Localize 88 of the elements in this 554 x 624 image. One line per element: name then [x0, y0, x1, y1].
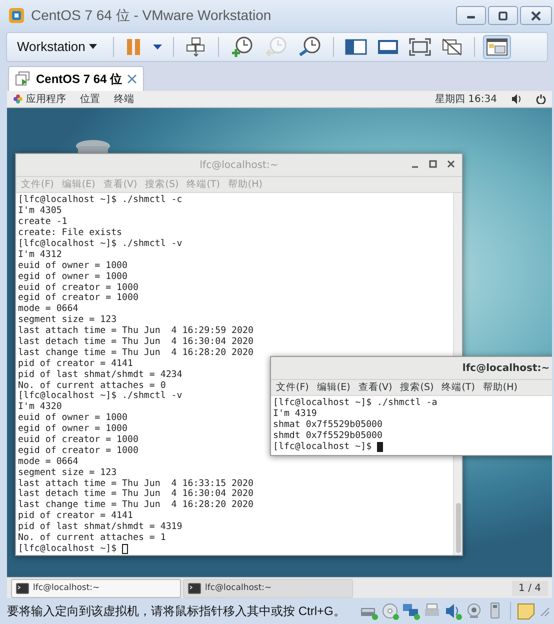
close-button[interactable]: [520, 6, 552, 26]
terminal-line: I'm 4319: [273, 409, 317, 420]
terminal-line: [lfc@localhost ~]$: [18, 544, 117, 555]
terminal-line: shmdt 0x7f5529b05000: [273, 431, 382, 442]
terminal-line: euid of owner = 1000: [18, 260, 128, 272]
sidebar-icon: [345, 38, 368, 56]
terminal-icon: [16, 582, 29, 594]
fullscreen-icon: [409, 38, 432, 56]
terminal-line: last attach time = Thu Jun 4 16:29:59 2020: [18, 326, 254, 337]
menu-item[interactable]: 编辑(E): [316, 381, 350, 394]
terminal-line: [lfc@localhost ~]$: [273, 442, 372, 453]
resize-grip-icon: [538, 605, 550, 618]
console-icon: [377, 38, 400, 56]
minimize-button[interactable]: [456, 6, 486, 26]
terminal-line: shmat 0x7f5529b05000: [273, 420, 382, 431]
terminal-line: I'm 4312: [18, 250, 62, 261]
terminal-line: No. of current attaches = 0: [18, 380, 166, 391]
status-message: 要将输入定向到该虚拟机，请将鼠标指针移入其中或按 Ctrl+G。: [7, 602, 346, 620]
terminal-line: mode = 0664: [18, 456, 78, 468]
menu-item[interactable]: 帮助(H): [482, 381, 518, 394]
menu-item[interactable]: 位置: [80, 92, 100, 106]
caret-icon: [153, 44, 162, 50]
menu-item[interactable]: 搜索(S): [400, 381, 434, 394]
terminal-line: create -1: [18, 217, 68, 228]
terminal-line: egid of creator = 1000: [18, 446, 138, 457]
terminal-line: euid of creator = 1000: [18, 435, 138, 446]
apps-icon: [13, 94, 23, 104]
clock-plus-icon: [230, 36, 254, 58]
maximize-icon[interactable]: [428, 159, 438, 170]
terminal-line: [lfc@localhost ~]$ ./shmctl -v: [18, 391, 182, 402]
terminal-line: No. of current attaches = 1: [18, 533, 166, 544]
window-title: lfc@localhost:~: [462, 362, 550, 374]
network-icon[interactable]: [402, 602, 420, 620]
terminal-icon: [188, 582, 201, 594]
terminal-line: last detach time = Thu Jun 4 16:30:04 2020: [18, 337, 254, 348]
menu-item[interactable]: 文件(F): [276, 381, 309, 394]
workstation-menu[interactable]: Workstation: [13, 37, 102, 56]
terminal-line: [lfc@localhost ~]$ ./shmctl -v: [18, 239, 182, 250]
terminal-line: pid of creator = 4141: [18, 511, 133, 522]
terminal-line: I'm 4320: [18, 402, 62, 413]
app-icon: [8, 7, 25, 24]
terminal-line: segment size = 123: [18, 468, 117, 479]
speaker-icon[interactable]: [511, 94, 522, 104]
crossed-window-icon: [441, 38, 464, 56]
terminal-line: segment size = 123: [18, 315, 117, 326]
window-title: CentOS 7 64 位 - VMware Workstation: [31, 6, 272, 25]
power-icon[interactable]: [536, 94, 546, 104]
close-icon[interactable]: [446, 159, 456, 170]
webcam-icon[interactable]: [465, 602, 483, 620]
terminal-line: mode = 0664: [18, 304, 78, 315]
terminal-line: euid of creator = 1000: [18, 282, 138, 293]
menu-item[interactable]: 查看(V): [358, 381, 392, 394]
terminal-line: last detach time = Thu Jun 4 16:30:04 2020: [18, 489, 254, 500]
terminal-line: last change time = Thu Jun 4 16:28:20 2020: [18, 348, 254, 359]
menu-item[interactable]: 终端: [114, 92, 134, 106]
terminal-line: [lfc@localhost ~]$ ./shmctl -c: [18, 195, 182, 206]
terminal-line: pid of last shmat/shmdt = 4234: [18, 370, 182, 381]
terminal-line: I'm 4305: [18, 206, 62, 217]
terminal-line: euid of owner = 1000: [18, 413, 128, 424]
menu-item[interactable]: 应用程序: [26, 92, 66, 106]
maximize-button[interactable]: [488, 6, 518, 26]
terminal-line: last attach time = Thu Jun 4 16:33:15 2020: [18, 478, 254, 489]
clock-arrow-icon: [264, 36, 288, 58]
taskbar-button[interactable]: lfc@localhost:~: [183, 578, 353, 598]
scroll-thumb[interactable]: [456, 503, 461, 554]
vm-icon: [15, 71, 31, 88]
close-icon[interactable]: [127, 74, 138, 84]
maximize-icon: [497, 10, 509, 21]
terminal-line: pid of creator = 4141: [18, 358, 133, 370]
workspace-switcher[interactable]: 1 / 4: [512, 580, 548, 596]
terminal-line: egid of owner = 1000: [18, 272, 128, 283]
terminal-line: last change time = Thu Jun 4 16:28:20 2020: [18, 500, 254, 511]
caret-icon: [89, 44, 98, 50]
terminal-line: create: File exists: [18, 228, 122, 239]
keys-icon: [185, 36, 208, 57]
vm-tab[interactable]: CentOS 7 64 位: [8, 66, 144, 92]
window-title: lfc@localhost:~: [200, 160, 278, 171]
terminal-line: [lfc@localhost ~]$ ./shmctl -a: [273, 398, 438, 409]
terminal-line: egid of owner = 1000: [18, 424, 128, 435]
terminal-line: egid of creator = 1000: [18, 293, 138, 304]
menu-item[interactable]: 终端(T): [442, 381, 475, 394]
window-button[interactable]: [483, 34, 512, 59]
taskbar-button[interactable]: lfc@localhost:~: [11, 578, 181, 598]
tab-label: CentOS 7 64 位: [36, 70, 122, 88]
close-icon: [530, 10, 542, 21]
clock[interactable]: 星期四 16:34: [435, 92, 497, 106]
terminal-line: pid of last shmat/shmdt = 4319: [18, 522, 182, 533]
window-icon: [486, 38, 508, 56]
